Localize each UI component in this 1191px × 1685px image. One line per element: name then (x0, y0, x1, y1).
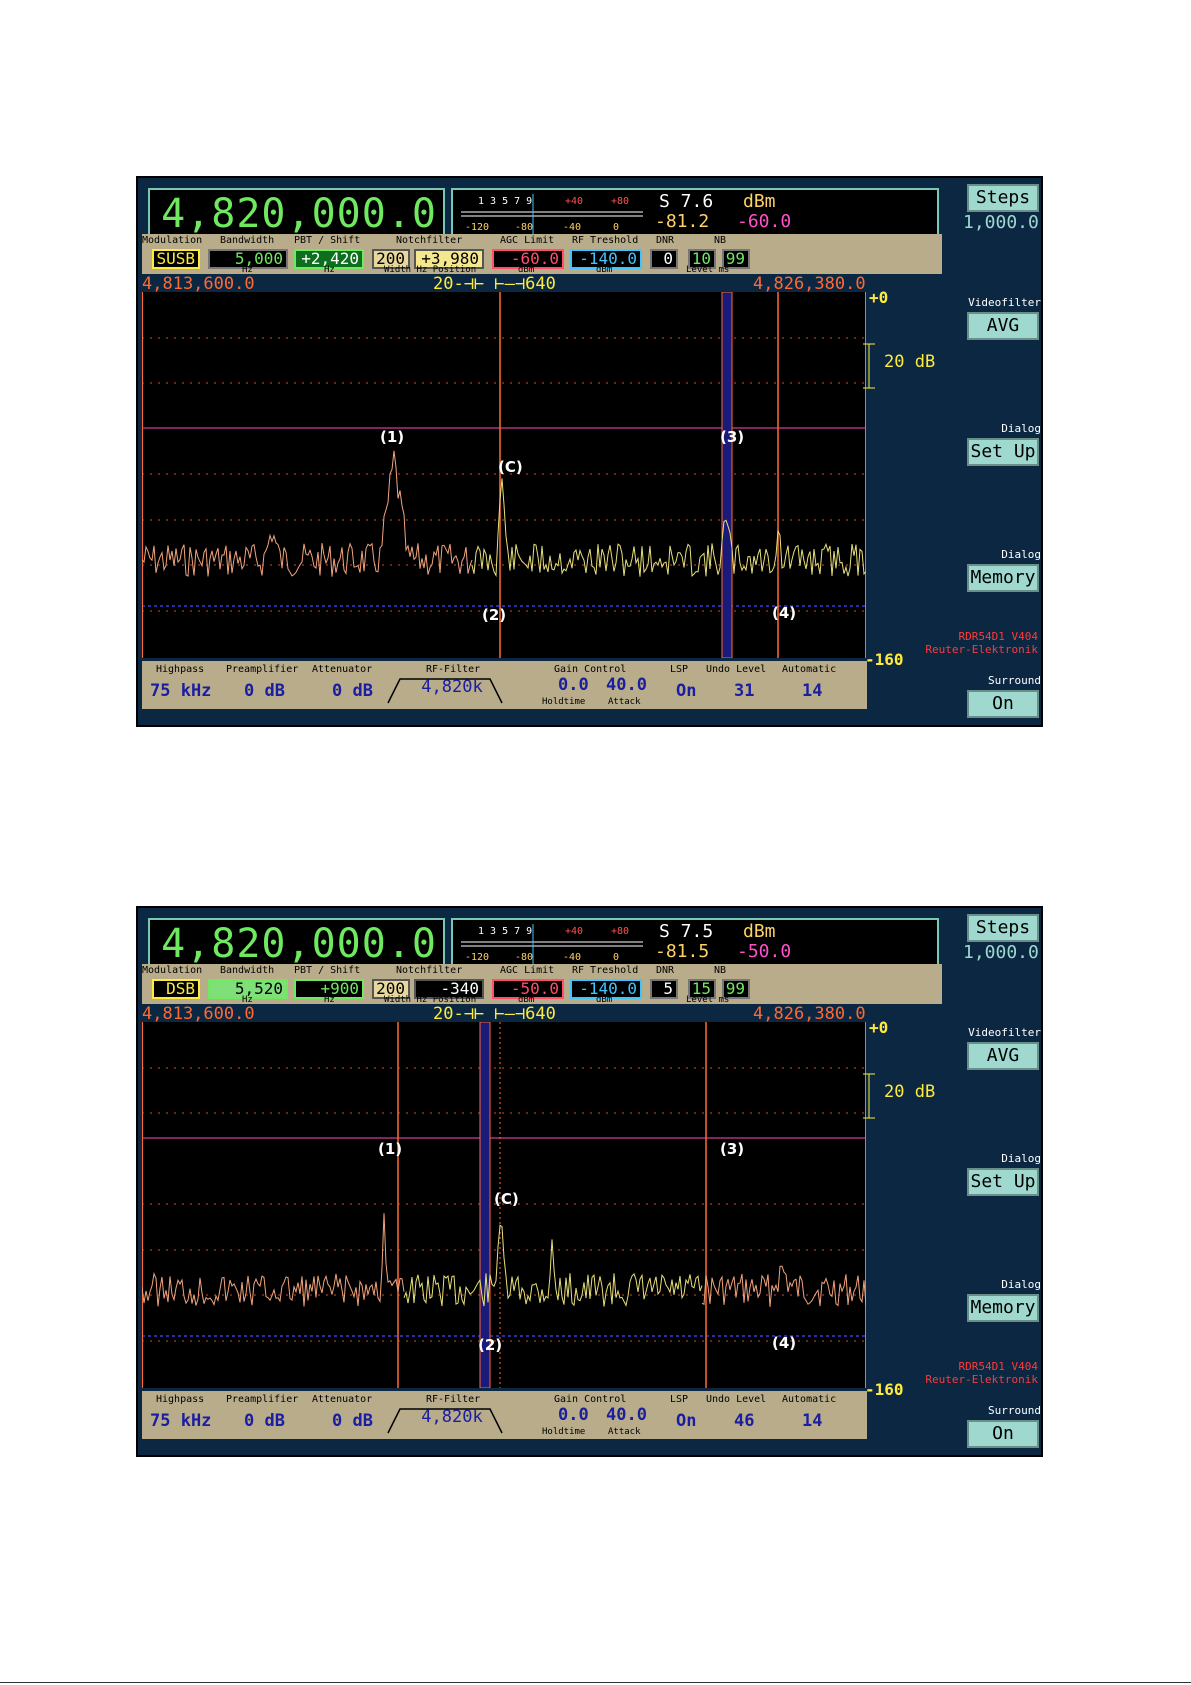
freq-right: 4,826,380.0 (753, 274, 866, 294)
span-indicator: 20-⊣⊢ ⊢—⊣640 (433, 1004, 556, 1024)
s-value: S 7.6 (659, 191, 714, 212)
span-indicator: 20-⊣⊢ ⊢—⊣640 (433, 274, 556, 294)
frequency-display[interactable]: 4,820,000.0 (148, 188, 445, 237)
svg-text:+80: +80 (611, 926, 629, 937)
receiver-screen-1: 4,820,000.0 1 3 5 7 9 +40 +80 -120 -80 -… (136, 176, 1043, 727)
svg-text:+40: +40 (565, 196, 583, 207)
steps-value: 1,000.0 (963, 942, 1039, 963)
modulation-field[interactable]: SUSB (152, 249, 200, 269)
surround-on-button[interactable]: On (967, 1420, 1039, 1448)
level-dbm: -81.2 (655, 211, 710, 232)
level-limit: -50.0 (737, 941, 792, 962)
version-text: RDR54D1 V404 Reuter-Elektronik (925, 1360, 1038, 1386)
steps-button[interactable]: Steps (967, 184, 1039, 212)
steps-button[interactable]: Steps (967, 914, 1039, 942)
marker-1-label: (1) (378, 1140, 403, 1158)
svg-text:-120: -120 (465, 952, 489, 963)
marker-c-label: (C) (498, 458, 523, 476)
automatic-value[interactable]: 14 (802, 681, 822, 701)
notch-marker (721, 292, 733, 658)
automatic-value[interactable]: 14 (802, 1411, 822, 1431)
marker-3-label: (3) (720, 1140, 745, 1158)
highpass-value[interactable]: 75 kHz (150, 681, 211, 701)
marker-2-label: (2) (478, 1336, 503, 1354)
svg-text:-120: -120 (465, 222, 489, 233)
surround-on-button[interactable]: On (967, 690, 1039, 718)
rf-filter-value[interactable]: 4,820k (404, 677, 500, 699)
db-step: 20 dB (884, 352, 936, 372)
holdtime-value[interactable]: 0.0 (558, 1405, 589, 1425)
db-top: +0 (869, 1018, 889, 1037)
s-meter: 1 3 5 7 9 +40 +80 -120 -80 -40 0 S 7.5 d… (451, 918, 939, 966)
s-value: S 7.5 (659, 921, 714, 942)
marker-1-label: (1) (380, 428, 405, 446)
svg-text:-40: -40 (563, 952, 581, 963)
marker-2-label: (2) (482, 606, 507, 624)
meter-scale-top: 1 3 5 7 9 (478, 196, 532, 207)
frequency-axis: 4,813,600.0 20-⊣⊢ ⊢—⊣640 4,826,380.0 (138, 274, 1045, 294)
marker-c-label: (C) (494, 1190, 519, 1208)
db-bottom: -160 (865, 650, 904, 669)
dbm-label: dBm (743, 921, 776, 942)
svg-text:-40: -40 (563, 222, 581, 233)
steps-value: 1,000.0 (963, 212, 1039, 233)
bottom-panel: Highpass Preamplifier Attenuator RF-Filt… (142, 1391, 867, 1439)
undo-level-value[interactable]: 46 (734, 1411, 754, 1431)
db-bottom: -160 (865, 1380, 904, 1399)
receiver-screen-2: 4,820,000.0 1 3 5 7 9 +40 +80 -120 -80 -… (136, 906, 1043, 1457)
s-meter: 1 3 5 7 9 +40 +80 -120 -80 -40 0 S 7.6 d… (451, 188, 939, 236)
lsp-value[interactable]: On (676, 1411, 696, 1431)
avg-button[interactable]: AVG (967, 312, 1039, 340)
level-limit: -60.0 (737, 211, 792, 232)
control-row: Modulation Bandwidth PBT / Shift Notchfi… (142, 964, 942, 1005)
attenuator-value[interactable]: 0 dB (332, 681, 373, 701)
svg-text:+40: +40 (565, 926, 583, 937)
svg-text:-80: -80 (515, 952, 533, 963)
dnr-field[interactable]: 5 (650, 979, 678, 999)
modulation-field[interactable]: DSB (152, 979, 200, 999)
attack-value[interactable]: 40.0 (606, 675, 647, 695)
frequency-axis: 4,813,600.0 20-⊣⊢ ⊢—⊣640 4,826,380.0 (138, 1004, 1045, 1024)
notch-marker (479, 1022, 491, 1388)
frequency-value: 4,820,000.0 (161, 191, 437, 237)
db-step: 20 dB (884, 1082, 936, 1102)
holdtime-value[interactable]: 0.0 (558, 675, 589, 695)
highpass-value[interactable]: 75 kHz (150, 1411, 211, 1431)
meter-scale-top: 1 3 5 7 9 (478, 926, 532, 937)
svg-text:0: 0 (613, 952, 619, 963)
svg-text:0: 0 (613, 222, 619, 233)
freq-left: 4,813,600.0 (142, 274, 255, 294)
freq-left: 4,813,600.0 (142, 1004, 255, 1024)
frequency-value: 4,820,000.0 (161, 921, 437, 967)
bottom-panel: Highpass Preamplifier Attenuator RF-Filt… (142, 661, 867, 709)
setup-button[interactable]: Set Up (967, 438, 1039, 466)
undo-level-value[interactable]: 31 (734, 681, 754, 701)
version-text: RDR54D1 V404 Reuter-Elektronik (925, 630, 1038, 656)
marker-3-label: (3) (720, 428, 745, 446)
memory-button[interactable]: Memory (967, 564, 1039, 592)
attenuator-value[interactable]: 0 dB (332, 1411, 373, 1431)
dnr-field[interactable]: 0 (650, 249, 678, 269)
frequency-display[interactable]: 4,820,000.0 (148, 918, 445, 967)
db-top: +0 (869, 288, 889, 307)
marker-4-label: (4) (772, 604, 797, 622)
setup-button[interactable]: Set Up (967, 1168, 1039, 1196)
preamp-value[interactable]: 0 dB (244, 1411, 285, 1431)
preamp-value[interactable]: 0 dB (244, 681, 285, 701)
control-row: Modulation Bandwidth PBT / Shift Notchfi… (142, 234, 942, 275)
svg-text:-80: -80 (515, 222, 533, 233)
lsp-value[interactable]: On (676, 681, 696, 701)
svg-text:+80: +80 (611, 196, 629, 207)
freq-right: 4,826,380.0 (753, 1004, 866, 1024)
memory-button[interactable]: Memory (967, 1294, 1039, 1322)
attack-value[interactable]: 40.0 (606, 1405, 647, 1425)
page-bottom-rule (0, 1682, 1191, 1683)
dbm-label: dBm (743, 191, 776, 212)
marker-4-label: (4) (772, 1334, 797, 1352)
rf-filter-value[interactable]: 4,820k (404, 1407, 500, 1429)
level-dbm: -81.5 (655, 941, 710, 962)
avg-button[interactable]: AVG (967, 1042, 1039, 1070)
